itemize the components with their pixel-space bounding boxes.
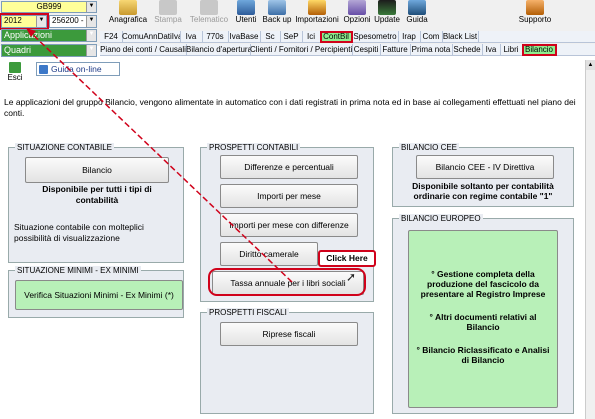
click-here-callout: Click Here — [318, 250, 376, 267]
cursor-icon: ➚ — [346, 270, 357, 284]
click-here-label: Click Here — [326, 253, 368, 263]
annotation-arrow-line — [29, 31, 293, 283]
annotation-highlight — [208, 268, 366, 296]
annotation-overlay — [26, 28, 366, 296]
